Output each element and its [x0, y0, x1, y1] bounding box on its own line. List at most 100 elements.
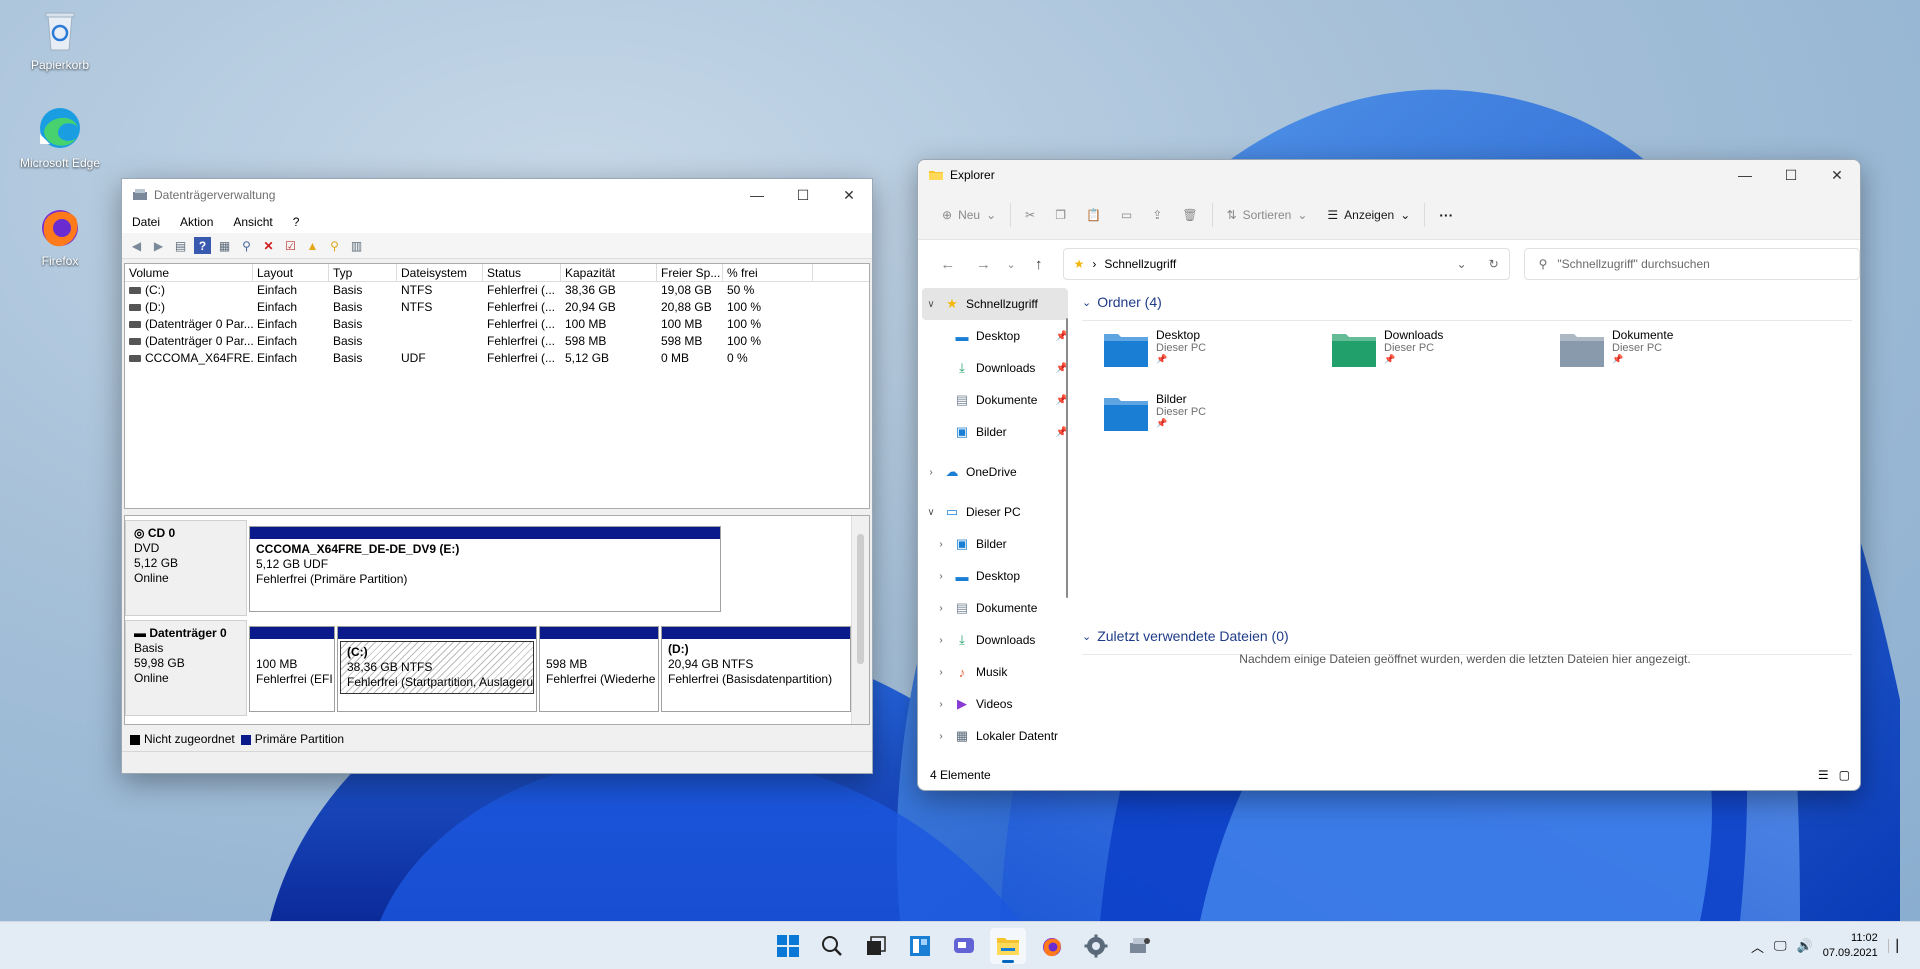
volume-row[interactable]: (C:) Einfach Basis NTFS Fehlerfrei (... 38,36… — [125, 282, 869, 299]
settings-taskbar-button[interactable] — [1078, 928, 1114, 964]
help-icon[interactable]: ? — [194, 237, 211, 254]
chevron-right-icon[interactable]: › — [934, 539, 948, 550]
search-button[interactable] — [814, 928, 850, 964]
recent-section-header[interactable]: ⌄ Zuletzt verwendete Dateien (0) — [1082, 628, 1852, 655]
properties-icon[interactable]: ▦ — [216, 237, 233, 254]
desktop-icon-recycle-bin[interactable]: Papierkorb — [10, 6, 110, 72]
explorer-taskbar-button[interactable] — [990, 928, 1026, 964]
paste-button[interactable]: 📋 — [1076, 198, 1111, 232]
tiles-view-icon[interactable]: ▢ — [1839, 768, 1850, 782]
folder-tile-bilder[interactable]: Bilder Dieser PC 📌 — [1102, 392, 1322, 444]
nav-item-musik[interactable]: › ♪ Musik — [918, 656, 1072, 688]
cut-button[interactable]: ✂ — [1015, 198, 1045, 232]
chevron-right-icon[interactable]: › — [934, 731, 948, 742]
disk-management-taskbar-button[interactable] — [1122, 928, 1158, 964]
desktop-icon-edge[interactable]: Microsoft Edge — [10, 104, 110, 170]
nav-item-bilder[interactable]: ▣ Bilder 📌 — [918, 416, 1072, 448]
close-button[interactable]: ✕ — [1814, 160, 1860, 191]
minimize-button[interactable]: — — [734, 179, 780, 211]
forward-arrow-icon[interactable]: ▶ — [150, 237, 167, 254]
nav-item-dokumente[interactable]: › ▤ Dokumente — [918, 592, 1072, 624]
details-view-icon[interactable]: ☰ — [1818, 768, 1829, 782]
title-bar[interactable]: Explorer — ☐ ✕ — [918, 160, 1860, 190]
nav-item-dieser-pc[interactable]: ∨ ▭ Dieser PC — [918, 496, 1072, 528]
check-icon[interactable]: ☑ — [282, 237, 299, 254]
menu-help[interactable]: ? — [283, 215, 310, 229]
chevron-right-icon[interactable]: › — [934, 699, 948, 710]
connect-icon[interactable]: ⚲ — [238, 237, 255, 254]
partition-d[interactable]: (D:) 20,94 GB NTFS Fehlerfrei (Basisdate… — [661, 626, 851, 712]
nav-item-lokaler-datentr[interactable]: › ▦ Lokaler Datentr — [918, 720, 1072, 752]
column-header[interactable]: Typ — [329, 264, 397, 281]
forward-arrow-icon[interactable]: → — [966, 256, 1002, 273]
sort-button[interactable]: ⇅ Sortieren ⌄ — [1217, 198, 1318, 232]
new-button[interactable]: ⊕ Neu ⌄ — [932, 198, 1006, 232]
folder-tile-desktop[interactable]: Desktop Dieser PC 📌 — [1102, 328, 1322, 380]
menu-datei[interactable]: Datei — [122, 215, 170, 229]
chevron-right-icon[interactable]: › — [934, 603, 948, 614]
column-header[interactable]: Freier Sp... — [657, 264, 723, 281]
vertical-scrollbar[interactable] — [851, 516, 869, 724]
delete-button[interactable]: 🗑 — [1172, 198, 1207, 232]
back-arrow-icon[interactable]: ◀ — [128, 237, 145, 254]
column-header[interactable]: Kapazität — [561, 264, 657, 281]
partition-efi[interactable]: 100 MB Fehlerfrei (EFI — [249, 626, 335, 712]
nav-item-onedrive[interactable]: › ☁ OneDrive — [918, 456, 1072, 488]
back-arrow-icon[interactable]: ← — [930, 256, 966, 273]
address-bar[interactable]: ★ › Schnellzugriff ⌄ ↻ — [1062, 248, 1510, 280]
desktop-icon-firefox[interactable]: Firefox — [10, 202, 110, 268]
chevron-right-icon[interactable]: › — [934, 571, 948, 582]
column-header[interactable]: Volume — [125, 264, 253, 281]
view-button[interactable]: ☰ Anzeigen ⌄ — [1317, 198, 1420, 232]
notification-icon[interactable]: ▏ — [1887, 939, 1906, 953]
menu-aktion[interactable]: Aktion — [170, 215, 223, 229]
clock[interactable]: 11:02 07.09.2021 — [1823, 931, 1878, 961]
chevron-down-icon[interactable]: ∨ — [924, 507, 938, 518]
volume-row[interactable]: (Datenträger 0 Par... Einfach Basis Fehlerf… — [125, 316, 869, 333]
view-icon[interactable]: ▥ — [348, 237, 365, 254]
volume-row[interactable]: (Datenträger 0 Par... Einfach Basis Fehlerf… — [125, 333, 869, 350]
recent-chevron-icon[interactable]: ⌄ — [1001, 258, 1021, 271]
network-icon[interactable]: 🖵 — [1774, 938, 1787, 954]
nav-item-dokumente[interactable]: ▤ Dokumente 📌 — [918, 384, 1072, 416]
nav-scrollbar[interactable] — [1065, 288, 1069, 758]
nav-item-desktop[interactable]: › ▬ Desktop — [918, 560, 1072, 592]
chat-button[interactable] — [946, 928, 982, 964]
folders-section-header[interactable]: ⌄ Ordner (4) — [1082, 294, 1852, 321]
partition-recovery[interactable]: 598 MB Fehlerfrei (Wiederhe — [539, 626, 659, 712]
more-button[interactable]: ··· — [1429, 198, 1463, 232]
volume-row[interactable]: (D:) Einfach Basis NTFS Fehlerfrei (... 20,94… — [125, 299, 869, 316]
chevron-down-icon[interactable]: ⌄ — [1457, 257, 1467, 271]
rename-button[interactable]: ▭ — [1111, 198, 1142, 232]
widgets-button[interactable] — [902, 928, 938, 964]
column-header[interactable]: % frei — [723, 264, 813, 281]
chevron-right-icon[interactable]: › — [934, 667, 948, 678]
folder-tile-dokumente[interactable]: Dokumente Dieser PC 📌 — [1558, 328, 1778, 380]
folder-tile-downloads[interactable]: Downloads Dieser PC 📌 — [1330, 328, 1550, 380]
search-folder-icon[interactable]: ⚲ — [326, 237, 343, 254]
volume-row[interactable]: CCCOMA_X64FRE... Einfach Basis UDF Fehlerfre… — [125, 350, 869, 367]
chevron-up-icon[interactable]: ︿ — [1751, 937, 1764, 956]
share-button[interactable]: ⇪ — [1142, 198, 1172, 232]
disk-row-cd0[interactable]: ◎ CD 0 DVD 5,12 GB Online CCCOMA_X64FRE_… — [125, 520, 851, 616]
chevron-right-icon[interactable]: › — [924, 467, 938, 478]
title-bar[interactable]: Datenträgerverwaltung — ☐ ✕ — [122, 179, 872, 211]
breadcrumb-item[interactable]: Schnellzugriff — [1104, 257, 1176, 271]
task-view-button[interactable] — [858, 928, 894, 964]
chevron-down-icon[interactable]: ∨ — [924, 299, 938, 310]
column-header[interactable]: Status — [483, 264, 561, 281]
minimize-button[interactable]: — — [1722, 160, 1768, 191]
nav-item-schnellzugriff[interactable]: ∨ ★ Schnellzugriff — [922, 288, 1068, 320]
nav-item-desktop[interactable]: ▬ Desktop 📌 — [918, 320, 1072, 352]
console-tree-icon[interactable]: ▤ — [172, 237, 189, 254]
firefox-taskbar-button[interactable] — [1034, 928, 1070, 964]
nav-item-downloads[interactable]: ⤓ Downloads 📌 — [918, 352, 1072, 384]
scrollbar-thumb[interactable] — [1066, 318, 1068, 598]
volume-icon[interactable]: 🔊 — [1797, 938, 1813, 954]
up-arrow-icon[interactable]: ↑ — [1021, 256, 1057, 273]
close-button[interactable]: ✕ — [826, 179, 872, 211]
nav-item-bilder[interactable]: › ▣ Bilder — [918, 528, 1072, 560]
column-header[interactable]: Layout — [253, 264, 329, 281]
scrollbar-thumb[interactable] — [857, 534, 864, 664]
maximize-button[interactable]: ☐ — [780, 179, 826, 211]
